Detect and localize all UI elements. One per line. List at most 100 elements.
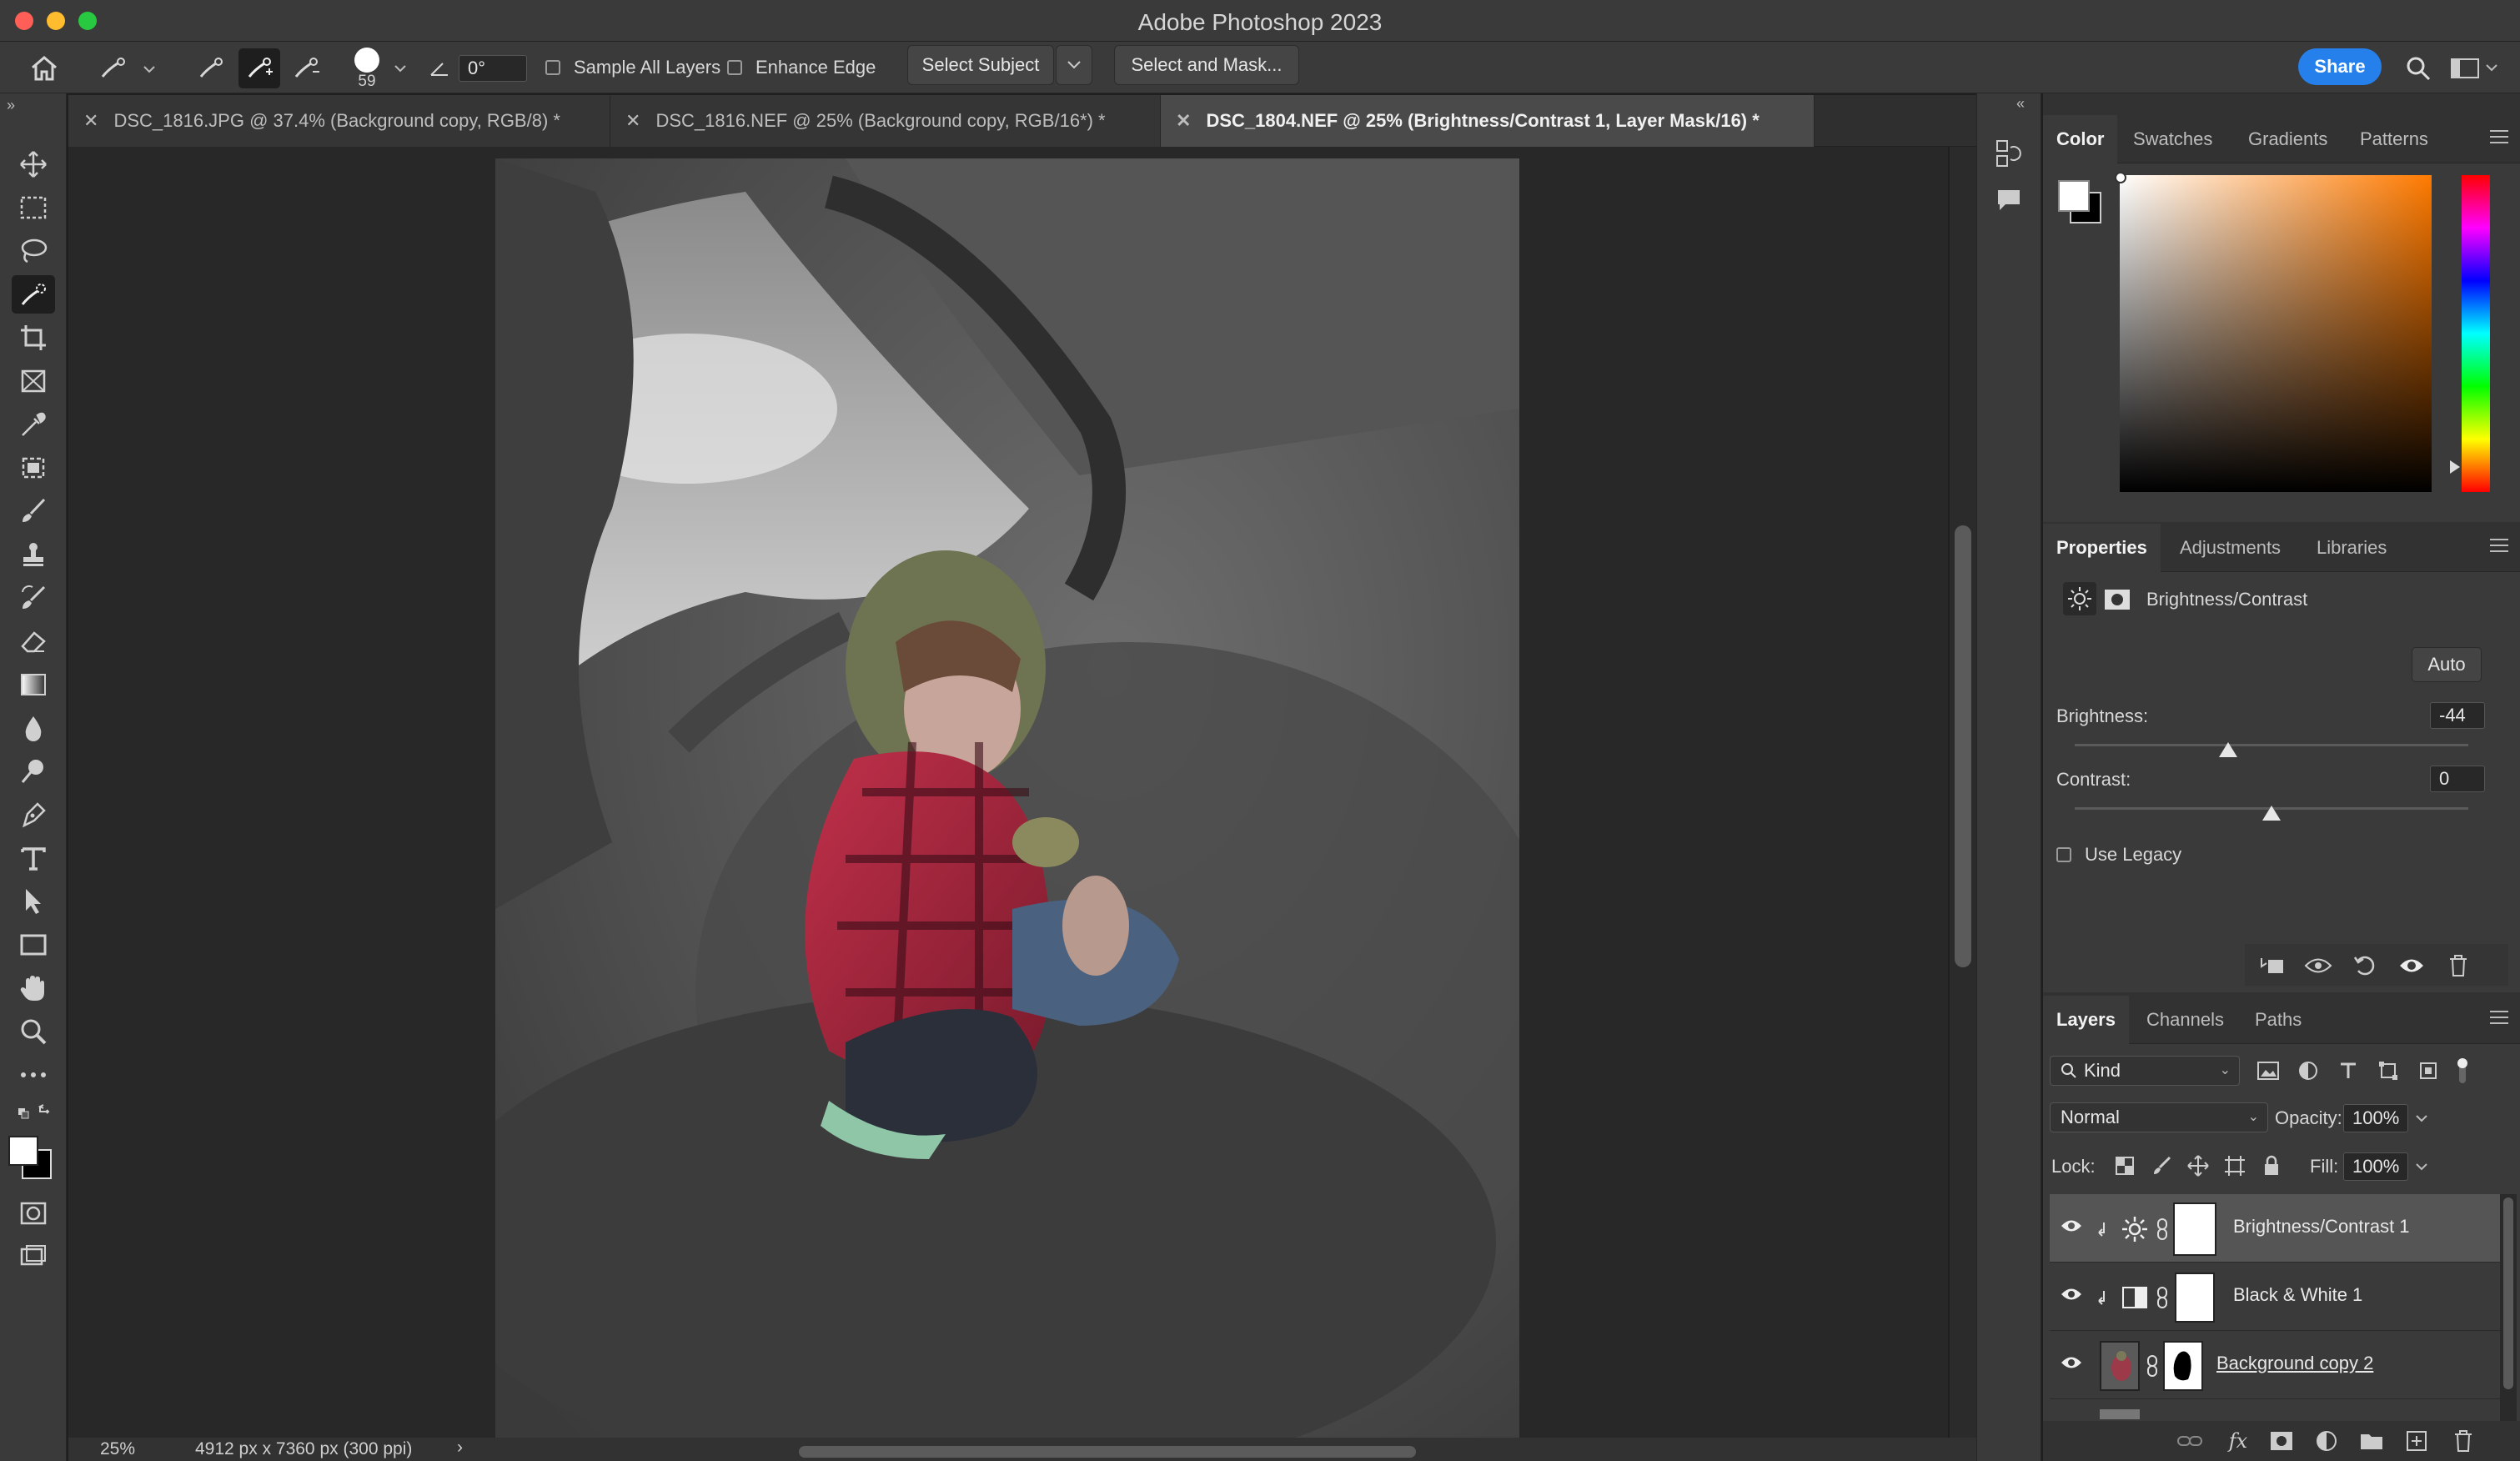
brightness-slider-track[interactable]	[2075, 744, 2468, 746]
quick-selection-icon[interactable]	[12, 275, 55, 314]
zoom-icon[interactable]	[12, 1012, 55, 1051]
link-layers-icon[interactable]	[2173, 1426, 2206, 1456]
filter-smart-object-icon[interactable]	[2412, 1057, 2445, 1084]
add-mask-icon[interactable]	[2265, 1426, 2298, 1456]
opacity-input[interactable]: 100%	[2343, 1104, 2408, 1132]
mask-link-icon[interactable]	[2153, 1218, 2171, 1241]
lock-image-pixels-icon[interactable]	[2146, 1152, 2176, 1179]
new-selection-icon[interactable]	[192, 50, 230, 87]
hand-icon[interactable]	[12, 969, 55, 1007]
rectangle-shape-icon[interactable]	[12, 926, 55, 964]
opacity-chevron-icon[interactable]	[2410, 1104, 2433, 1132]
doc-tab-2[interactable]: ✕ DSC_1816.NEF @ 25% (Background copy, R…	[610, 95, 1161, 147]
tab-swatches[interactable]: Swatches	[2120, 115, 2226, 163]
tab-patterns[interactable]: Patterns	[2347, 115, 2442, 163]
mask-link-icon[interactable]	[2153, 1286, 2171, 1309]
move-tool-icon[interactable]	[12, 145, 55, 183]
reset-icon[interactable]	[2345, 949, 2385, 982]
color-picker-marker[interactable]	[2115, 172, 2126, 183]
lock-transparent-pixels-icon[interactable]	[2110, 1152, 2140, 1179]
search-icon[interactable]	[2402, 52, 2435, 85]
filter-toggle-icon[interactable]	[2450, 1056, 2475, 1086]
brightness-input[interactable]: -44	[2430, 702, 2485, 729]
select-subject-chevron-icon[interactable]	[1056, 45, 1092, 85]
brush-size-preview[interactable]	[350, 45, 384, 75]
layer-mask-thumbnail[interactable]	[2173, 1202, 2216, 1256]
fill-chevron-icon[interactable]	[2410, 1152, 2433, 1181]
filter-shape-icon[interactable]	[2372, 1057, 2405, 1084]
brush-icon[interactable]	[12, 492, 55, 530]
tab-properties[interactable]: Properties	[2043, 524, 2161, 572]
sample-all-layers-checkbox[interactable]	[545, 60, 560, 75]
toggle-visibility-icon[interactable]	[2392, 949, 2432, 982]
tab-layers[interactable]: Layers	[2043, 996, 2129, 1044]
lock-position-icon[interactable]	[2183, 1152, 2213, 1179]
lock-artboard-icon[interactable]	[2220, 1152, 2250, 1179]
tab-gradients[interactable]: Gradients	[2235, 115, 2341, 163]
use-legacy-checkbox[interactable]	[2056, 847, 2071, 862]
color-field[interactable]	[2115, 172, 2432, 492]
horizontal-scrollbar-thumb[interactable]	[799, 1446, 1416, 1458]
status-menu-arrow[interactable]: ›	[457, 1438, 463, 1458]
dodge-icon[interactable]	[12, 752, 55, 791]
tab-color[interactable]: Color	[2043, 115, 2118, 163]
tools-collapse-icon[interactable]: »	[7, 97, 15, 114]
crop-icon[interactable]	[12, 319, 55, 357]
history-panel-icon[interactable]	[1990, 135, 2028, 172]
layer-row-background-copy-2[interactable]: Background copy 2	[2050, 1331, 2500, 1399]
new-layer-icon[interactable]	[2400, 1426, 2433, 1456]
hue-slider-marker[interactable]	[2450, 460, 2460, 474]
doc-tab-3-active[interactable]: ✕ DSC_1804.NEF @ 25% (Brightness/Contras…	[1161, 95, 1815, 147]
comments-panel-icon[interactable]	[1990, 182, 2028, 218]
tab-libraries[interactable]: Libraries	[2303, 524, 2400, 572]
hue-slider[interactable]	[2462, 175, 2490, 492]
contrast-input[interactable]: 0	[2430, 766, 2485, 792]
mask-link-icon[interactable]	[2143, 1354, 2161, 1378]
type-icon[interactable]	[12, 839, 55, 877]
new-adjustment-layer-icon[interactable]	[2310, 1426, 2343, 1456]
delete-layer-icon[interactable]	[2447, 1426, 2480, 1456]
history-brush-icon[interactable]	[12, 579, 55, 617]
layer-name[interactable]: Brightness/Contrast 1	[2233, 1216, 2410, 1238]
layer-photo-thumbnail[interactable]	[2100, 1341, 2140, 1391]
layer-style-fx-icon[interactable]: fx	[2221, 1426, 2255, 1456]
foreground-color-swatch[interactable]	[8, 1136, 38, 1166]
layer-mask-icon[interactable]	[2103, 587, 2131, 612]
home-icon[interactable]	[25, 50, 63, 87]
visibility-eye-icon[interactable]	[2060, 1286, 2083, 1308]
filter-pixel-icon[interactable]	[2251, 1057, 2285, 1084]
subtract-from-selection-icon[interactable]	[287, 50, 325, 87]
new-group-icon[interactable]	[2355, 1426, 2388, 1456]
filter-type-icon[interactable]	[2332, 1057, 2365, 1084]
auto-button[interactable]: Auto	[2412, 647, 2482, 682]
tool-preset-picker[interactable]	[93, 50, 160, 87]
color-panel-foreground-swatch[interactable]	[2058, 180, 2090, 212]
screen-mode-icon[interactable]	[12, 1238, 55, 1276]
tab-paths[interactable]: Paths	[2241, 996, 2315, 1044]
layers-scrollbar-thumb[interactable]	[2503, 1197, 2513, 1389]
share-button[interactable]: Share	[2298, 48, 2382, 85]
path-selection-icon[interactable]	[12, 882, 55, 921]
layer-mask-thumbnail[interactable]	[2163, 1341, 2203, 1391]
layer-mask-thumbnail[interactable]	[2175, 1273, 2215, 1323]
tab-channels[interactable]: Channels	[2133, 996, 2237, 1044]
tab-adjustments[interactable]: Adjustments	[2166, 524, 2294, 572]
more-tools-icon[interactable]	[12, 1056, 55, 1094]
enhance-edge-checkbox[interactable]	[727, 60, 742, 75]
workspace-switcher-icon[interactable]	[2448, 52, 2502, 85]
swap-colors-icon[interactable]	[12, 1097, 55, 1129]
brush-picker-chevron-icon[interactable]	[390, 58, 410, 78]
select-and-mask-button[interactable]: Select and Mask...	[1114, 45, 1299, 85]
brightness-slider-thumb[interactable]	[2219, 742, 2238, 757]
pen-icon[interactable]	[12, 796, 55, 834]
add-to-selection-icon[interactable]	[238, 48, 280, 88]
lasso-icon[interactable]	[12, 232, 55, 270]
vertical-scrollbar-thumb[interactable]	[1955, 525, 1971, 967]
blend-mode-select[interactable]: Normal ⌄	[2050, 1102, 2268, 1132]
document-image[interactable]	[495, 158, 1519, 1438]
view-previous-state-icon[interactable]	[2298, 949, 2338, 982]
gradient-icon[interactable]	[12, 665, 55, 704]
lock-all-icon[interactable]	[2256, 1152, 2287, 1179]
layers-scrollbar[interactable]	[2500, 1194, 2517, 1428]
panel-menu-icon[interactable]	[2490, 1011, 2508, 1024]
